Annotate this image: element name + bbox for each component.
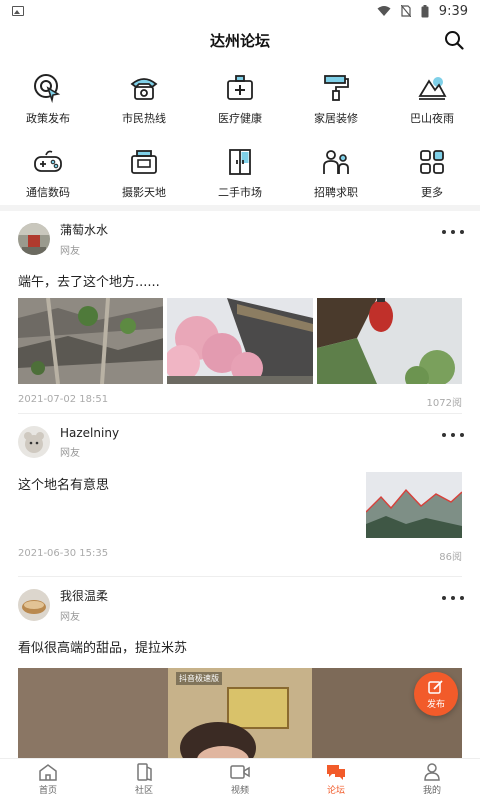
post-views: 86阅 (439, 552, 462, 563)
category-label: 巴山夜雨 (410, 112, 454, 125)
publish-label: 发布 (426, 699, 445, 710)
forum-icon (327, 765, 345, 780)
paint-roller-icon (320, 72, 352, 104)
post-user-role: 网友 (60, 246, 80, 257)
post-image-lanterns[interactable] (316, 298, 462, 384)
title-bar: 达州论坛 (0, 22, 480, 58)
category-photography[interactable]: 摄影天地 (96, 146, 192, 202)
category-policy[interactable]: 政策发布 (0, 72, 96, 128)
avatar[interactable] (18, 426, 50, 458)
post-image-blossoms[interactable] (167, 298, 313, 384)
post-username[interactable]: Hazelniny (60, 426, 119, 440)
post-user-role: 网友 (60, 612, 80, 623)
bottom-nav: 首页 社区 视频 论坛 我的 (0, 758, 480, 800)
page-title: 达州论坛 (209, 31, 270, 50)
post-text: 看似很高端的甜品，提拉米苏 (18, 641, 188, 656)
profile-icon (424, 763, 440, 781)
category-label: 医疗健康 (218, 112, 262, 125)
more-options-icon[interactable] (442, 430, 464, 440)
category-label: 政策发布 (26, 112, 70, 125)
post-user-role: 网友 (60, 447, 80, 459)
image-notification-icon (12, 6, 24, 16)
category-more[interactable]: 更多 (384, 146, 480, 202)
tab-label: 社区 (134, 786, 153, 796)
grid-icon (416, 146, 448, 178)
category-label: 家居装修 (314, 112, 358, 125)
wifi-icon (377, 6, 391, 16)
category-bashan[interactable]: 巴山夜雨 (384, 72, 480, 128)
post-card[interactable]: 蒲萄水水 网友 端午，去了这个地方...... 2021-07-02 18:51… (0, 211, 480, 413)
status-bar: 9:39 (0, 0, 480, 22)
category-hotline[interactable]: 市民热线 (96, 72, 192, 128)
community-icon (137, 763, 152, 781)
edit-icon (428, 679, 443, 694)
battery-icon (421, 4, 429, 17)
tab-label: 首页 (38, 786, 57, 796)
home-icon (39, 764, 57, 781)
telephone-icon (128, 72, 160, 104)
medical-kit-icon (224, 72, 256, 104)
category-label: 二手市场 (218, 186, 262, 199)
category-medical[interactable]: 医疗健康 (192, 72, 288, 128)
post-image-mountains[interactable] (366, 472, 462, 538)
post-username[interactable]: 我很温柔 (60, 587, 108, 604)
category-label: 招聘求职 (314, 186, 358, 199)
post-date: 2021-06-30 15:35 (18, 548, 109, 559)
tab-label: 论坛 (326, 786, 345, 796)
people-icon (320, 146, 352, 178)
post-images (18, 298, 462, 384)
category-digital[interactable]: 通信数码 (0, 146, 96, 202)
tab-label: 我的 (422, 786, 441, 796)
camera-icon (128, 146, 160, 178)
tab-profile[interactable]: 我的 (384, 759, 480, 800)
category-jobs[interactable]: 招聘求职 (288, 146, 384, 202)
search-icon[interactable] (444, 30, 464, 50)
post-date: 2021-07-02 18:51 (18, 394, 109, 405)
category-label: 通信数码 (26, 186, 70, 199)
policy-icon (32, 72, 64, 104)
more-options-icon[interactable] (442, 593, 464, 603)
post-card[interactable]: Hazelniny 网友 这个地名有意思 2021-06-30 15:35 86… (0, 414, 480, 576)
post-username[interactable]: 蒲萄水水 (60, 221, 108, 238)
post-video[interactable]: 抖音极速版 (18, 668, 462, 758)
more-options-icon[interactable] (442, 227, 464, 237)
category-secondhand[interactable]: 二手市场 (192, 146, 288, 202)
category-label: 摄影天地 (122, 186, 166, 199)
avatar[interactable] (18, 589, 50, 621)
mountain-icon (416, 72, 448, 104)
publish-button[interactable]: 发布 (414, 672, 458, 716)
category-label: 更多 (421, 186, 443, 199)
post-views: 1072阅 (426, 398, 462, 409)
post-text: 端午，去了这个地方...... (18, 275, 160, 290)
tab-forum[interactable]: 论坛 (288, 759, 384, 800)
no-sim-icon (400, 5, 411, 17)
post-feed: 蒲萄水水 网友 端午，去了这个地方...... 2021-07-02 18:51… (0, 211, 480, 758)
tab-video[interactable]: 视频 (192, 759, 288, 800)
video-badge: 抖音极速版 (176, 672, 222, 685)
gamepad-icon (32, 146, 64, 178)
category-decoration[interactable]: 家居装修 (288, 72, 384, 128)
tab-home[interactable]: 首页 (0, 759, 96, 800)
video-icon (230, 765, 250, 779)
avatar[interactable] (18, 223, 50, 255)
tab-label: 视频 (230, 786, 249, 796)
category-grid: 政策发布 市民热线 医疗健康 家居装修 巴山夜雨 通信数码 摄影天地 二手市场 … (0, 72, 480, 202)
wardrobe-icon (224, 146, 256, 178)
post-card[interactable]: 我很温柔 网友 看似很高端的甜品，提拉米苏 抖音极速版 (0, 577, 480, 758)
status-time: 9:39 (438, 3, 468, 19)
post-image-rooftops[interactable] (18, 298, 164, 384)
tab-community[interactable]: 社区 (96, 759, 192, 800)
category-label: 市民热线 (122, 112, 166, 125)
